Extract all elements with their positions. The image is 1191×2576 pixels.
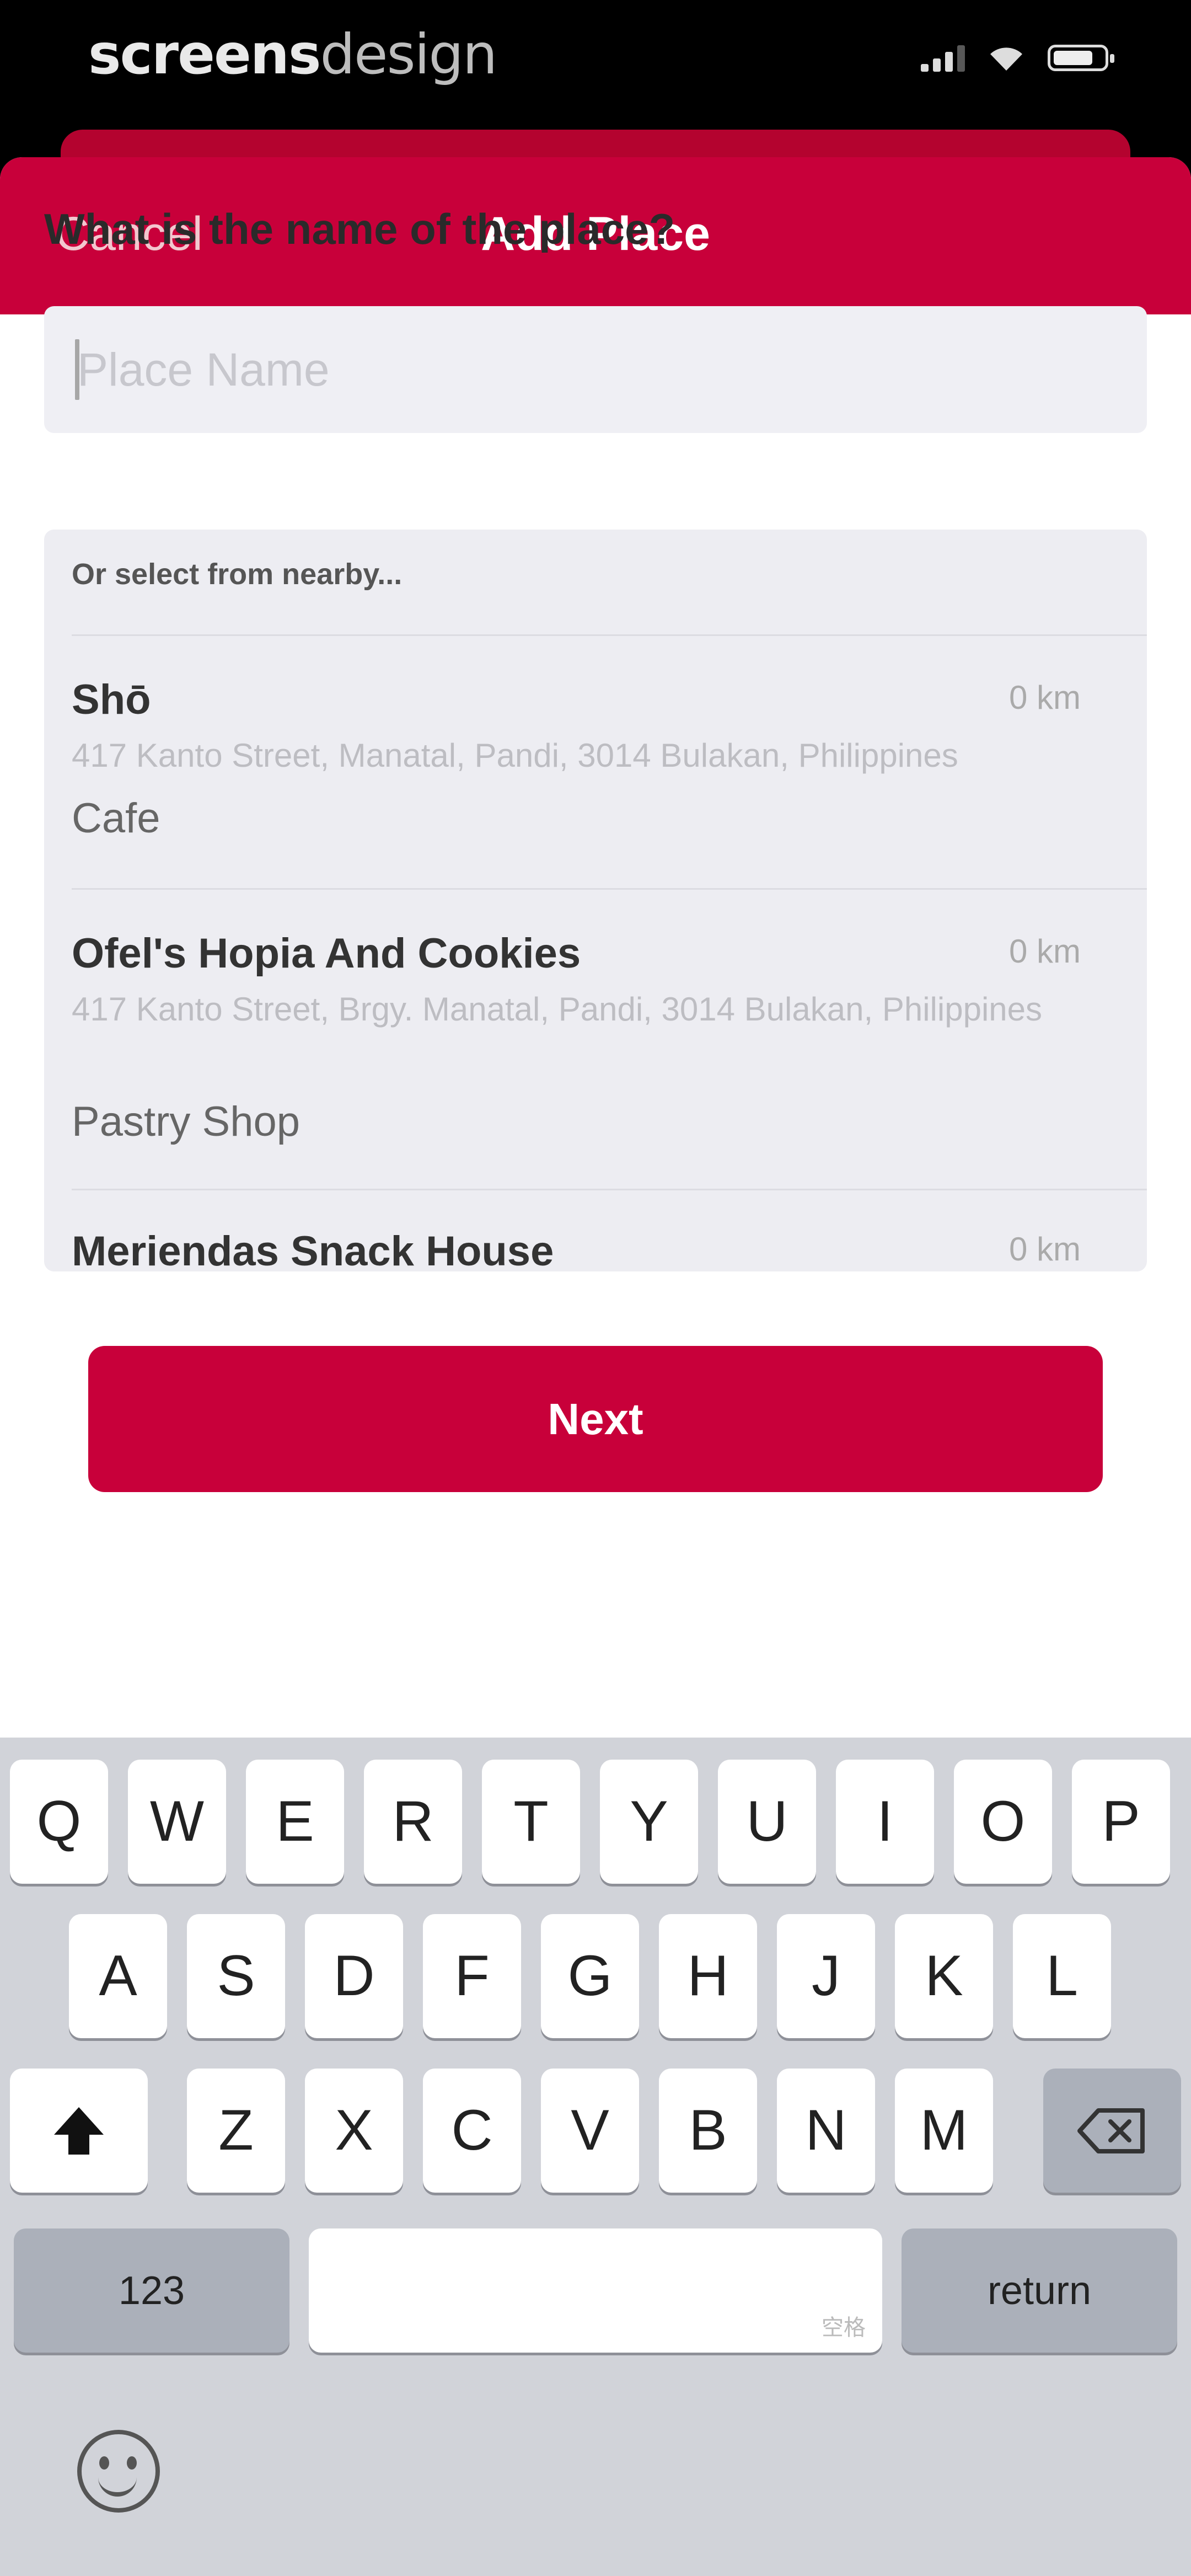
nearby-place-item[interactable]: Ofel's Hopia And Cookies 0 km 417 Kanto … — [72, 888, 1147, 1189]
shift-icon — [54, 2107, 104, 2155]
key-n[interactable]: N — [777, 2069, 875, 2193]
emoji-icon[interactable] — [77, 2430, 160, 2513]
place-distance: 0 km — [1008, 933, 1081, 970]
key-h[interactable]: H — [659, 1914, 757, 2038]
space-key-hint: 空格 — [822, 2316, 866, 2340]
backspace-icon — [1077, 2108, 1145, 2153]
key-z[interactable]: Z — [187, 2069, 285, 2193]
key-t[interactable]: T — [482, 1760, 580, 1884]
key-p[interactable]: P — [1072, 1760, 1170, 1884]
signal-icon — [921, 44, 965, 72]
key-d[interactable]: D — [305, 1914, 403, 2038]
key-l[interactable]: L — [1013, 1914, 1111, 2038]
shift-key[interactable] — [10, 2069, 148, 2193]
key-f[interactable]: F — [423, 1914, 521, 2038]
key-b[interactable]: B — [659, 2069, 757, 2193]
key-m[interactable]: M — [895, 2069, 993, 2193]
battery-icon — [1048, 45, 1114, 71]
divider — [72, 634, 1147, 636]
key-j[interactable]: J — [777, 1914, 875, 2038]
nearby-places-list[interactable]: Or select from nearby... Shō 0 km 417 Ka… — [44, 530, 1147, 1271]
text-caret — [75, 339, 79, 400]
key-u[interactable]: U — [718, 1760, 816, 1884]
place-category: Cafe — [72, 795, 160, 842]
nearby-header: Or select from nearby... — [72, 558, 403, 591]
numbers-key[interactable]: 123 — [14, 2228, 289, 2353]
keyboard: Q W E R T Y U I O P A S D F G H J K L Z … — [0, 1738, 1191, 2576]
key-o[interactable]: O — [954, 1760, 1052, 1884]
key-q[interactable]: Q — [10, 1760, 108, 1884]
divider — [72, 1189, 1147, 1190]
place-address: 417 Kanto Street, Manatal, Pandi, 3014 B… — [72, 737, 958, 774]
next-button[interactable]: Next — [88, 1346, 1103, 1492]
key-a[interactable]: A — [69, 1914, 167, 2038]
place-category: Pastry Shop — [72, 1098, 300, 1145]
key-i[interactable]: I — [836, 1760, 934, 1884]
nearby-place-item[interactable]: Shō 0 km 417 Kanto Street, Manatal, Pand… — [72, 634, 1147, 888]
key-e[interactable]: E — [246, 1760, 344, 1884]
key-g[interactable]: G — [541, 1914, 639, 2038]
return-key[interactable]: return — [902, 2228, 1177, 2353]
brand-watermark: screensdesign — [88, 22, 497, 87]
place-name: Shō — [72, 676, 151, 723]
key-s[interactable]: S — [187, 1914, 285, 2038]
key-k[interactable]: K — [895, 1914, 993, 2038]
wifi-icon — [990, 47, 1022, 71]
place-name-input[interactable] — [44, 306, 1147, 433]
key-w[interactable]: W — [128, 1760, 226, 1884]
status-icons — [921, 44, 1114, 72]
place-name-question: What is the name of the place? — [44, 205, 675, 253]
key-v[interactable]: V — [541, 2069, 639, 2193]
key-c[interactable]: C — [423, 2069, 521, 2193]
place-name: Ofel's Hopia And Cookies — [72, 930, 581, 977]
place-address: 417 Kanto Street, Brgy. Manatal, Pandi, … — [72, 991, 1043, 1028]
key-r[interactable]: R — [364, 1760, 462, 1884]
key-x[interactable]: X — [305, 2069, 403, 2193]
space-key[interactable]: 空格 — [309, 2228, 882, 2353]
divider — [72, 888, 1147, 890]
delete-key[interactable] — [1043, 2069, 1181, 2193]
key-y[interactable]: Y — [600, 1760, 698, 1884]
place-distance: 0 km — [1008, 1231, 1081, 1268]
status-bar: screensdesign — [0, 0, 1191, 143]
place-name: Meriendas Snack House — [72, 1228, 554, 1271]
nearby-place-item[interactable]: Meriendas Snack House 0 km — [72, 1189, 1147, 1271]
place-distance: 0 km — [1008, 679, 1081, 716]
